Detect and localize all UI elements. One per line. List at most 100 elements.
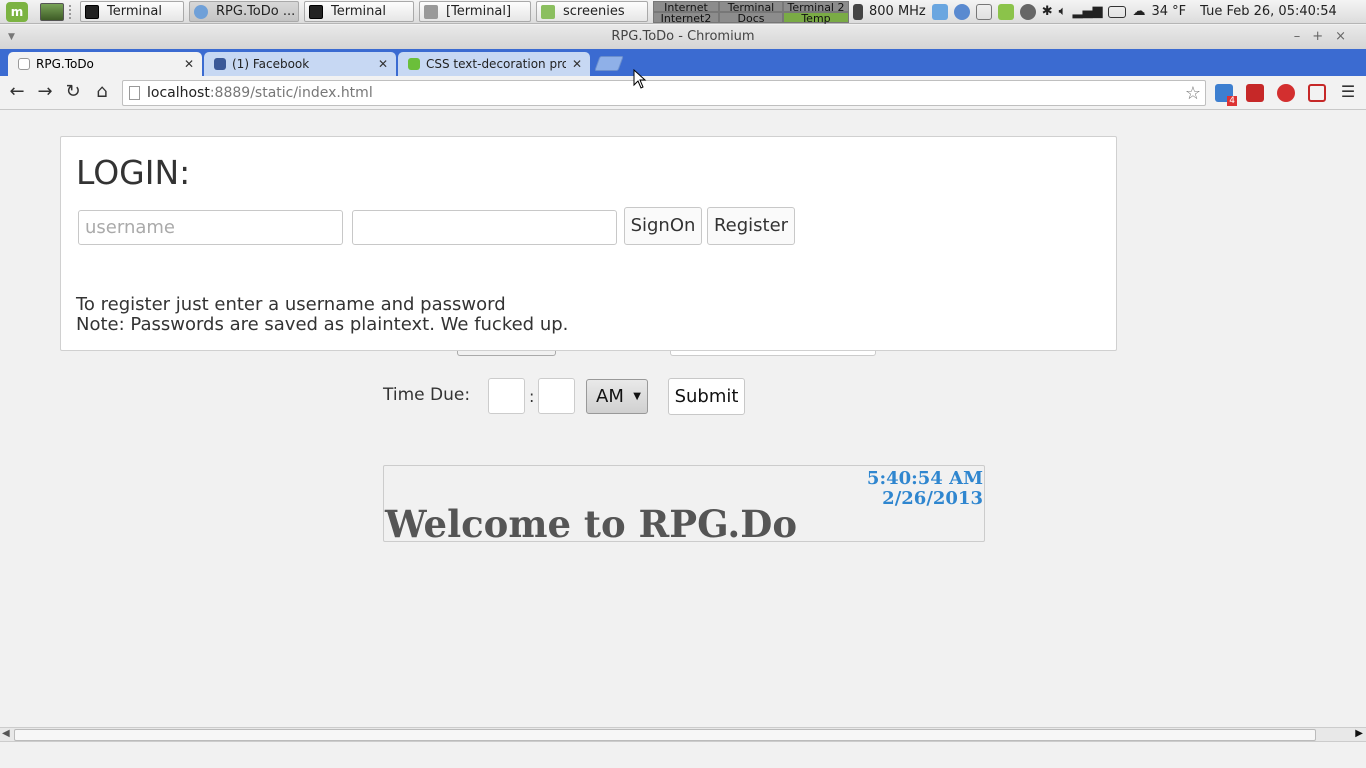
submit-button[interactable]: Submit [668, 378, 745, 415]
tab-label: CSS text-decoration pro [426, 57, 566, 71]
mail-badge: 4 [1227, 96, 1237, 106]
ampm-value: AM [596, 386, 624, 407]
brightness-icon[interactable] [1019, 3, 1036, 20]
terminal-icon [309, 4, 323, 19]
taskbar-label: [Terminal] [446, 4, 512, 19]
tab-close-icon[interactable]: ✕ [184, 57, 194, 71]
tab-css-text-decoration[interactable]: CSS text-decoration pro ✕ [398, 52, 590, 76]
window-title: RPG.ToDo - Chromium [611, 29, 755, 44]
welcome-clock: 5:40:54 AM 2/26/2013 [867, 469, 983, 509]
workspace-temp[interactable]: Temp [783, 11, 849, 24]
taskbar-label: RPG.ToDo ... [216, 4, 296, 19]
scroll-left-icon[interactable]: ◀ [2, 728, 10, 739]
bookmark-extension-icon[interactable] [1246, 84, 1264, 102]
shield-icon[interactable] [997, 3, 1014, 20]
home-icon[interactable]: ⌂ [91, 81, 113, 102]
welcome-panel: 5:40:54 AM 2/26/2013 Welcome to RPG.Do [383, 465, 985, 546]
bluetooth-icon[interactable]: ✱ [1042, 4, 1053, 19]
forward-icon[interactable]: → [34, 81, 56, 102]
taskbar-label: screenies [563, 4, 625, 19]
username-input[interactable]: username [78, 210, 343, 245]
taskbar-item-chromium[interactable]: RPG.ToDo ... [189, 1, 299, 22]
taskbar-item-terminal-2[interactable]: Terminal [304, 1, 414, 22]
panel-grip [69, 4, 75, 19]
url-path: :8889/static/index.html [209, 85, 373, 101]
scrollbar-thumb[interactable] [14, 729, 1316, 741]
workspace-internet2[interactable]: Internet2 [653, 11, 719, 24]
minimize-icon[interactable]: – [1294, 29, 1313, 44]
chromium-icon [194, 4, 208, 19]
workspace-internet[interactable]: Internet [653, 0, 719, 13]
terminal-icon [424, 4, 438, 19]
taskbar-label: Terminal [107, 4, 162, 19]
window-menu-icon[interactable]: ▼ [8, 25, 15, 49]
window-titlebar: ▼ RPG.ToDo - Chromium –+× [0, 25, 1366, 49]
workspace-terminal-2[interactable]: Terminal 2 [783, 0, 849, 13]
weather-temp[interactable]: 34 °F [1151, 4, 1186, 19]
page-icon [129, 86, 140, 100]
taskbar-label: Terminal [331, 4, 386, 19]
login-heading: LOGIN: [76, 153, 191, 192]
minute-input[interactable] [538, 378, 575, 414]
taskbar-item-terminal[interactable]: Terminal [80, 1, 184, 22]
address-bar[interactable]: localhost:8889/static/index.html ☆ [122, 80, 1206, 106]
signon-button[interactable]: SignOn [624, 207, 702, 245]
volume-icon[interactable]: 🔈︎ [1059, 4, 1067, 19]
password-input[interactable] [352, 210, 617, 245]
clock-time: 5:40:54 AM [866, 468, 983, 489]
tab-label: RPG.ToDo [36, 57, 94, 71]
note-line-2: Note: Passwords are saved as plaintext. … [76, 314, 569, 335]
panel-clock[interactable]: Tue Feb 26, 05:40:54 [1200, 4, 1337, 19]
login-panel: LOGIN: username SignOn Register To regis… [60, 136, 1117, 351]
ampm-select[interactable]: AM ▼ [586, 379, 648, 414]
signal-icon[interactable]: ▂▄▆ [1072, 4, 1102, 19]
show-desktop-icon[interactable] [40, 2, 64, 21]
tab-close-icon[interactable]: ✕ [572, 57, 582, 71]
battery-icon[interactable] [1108, 5, 1127, 18]
mouse-cursor-icon [633, 69, 647, 89]
tab-facebook[interactable]: (1) Facebook ✕ [204, 52, 396, 76]
browser-toolbar: ← → ↻ ⌂ localhost:8889/static/index.html… [0, 76, 1366, 110]
status-area [0, 742, 1366, 768]
tab-rpg-todo[interactable]: RPG.ToDo ✕ [8, 52, 202, 76]
network-icon[interactable] [975, 3, 992, 20]
taskbar-item-screenies[interactable]: screenies [536, 1, 648, 22]
w3-icon [408, 58, 420, 70]
maximize-icon[interactable]: + [1312, 29, 1335, 44]
bookmark-star-icon[interactable]: ☆ [1185, 82, 1201, 106]
close-icon[interactable]: × [1335, 29, 1358, 44]
back-icon[interactable]: ← [6, 81, 28, 102]
workspace-terminal[interactable]: Terminal [719, 0, 783, 13]
menu-icon[interactable]: ☰ [1337, 82, 1359, 101]
new-tab-button[interactable] [594, 56, 624, 71]
register-button[interactable]: Register [707, 207, 795, 245]
workspace-switcher[interactable]: Internet Terminal Terminal 2 Internet2 D… [653, 0, 849, 24]
system-panel: m Terminal RPG.ToDo ... Terminal [Termin… [0, 0, 1366, 24]
taskbar-item-terminal-3[interactable]: [Terminal] [419, 1, 531, 22]
page-icon [18, 58, 30, 70]
cpu-frequency: 800 MHz [869, 4, 926, 19]
tab-strip: RPG.ToDo ✕ (1) Facebook ✕ CSS text-decor… [0, 49, 1366, 76]
workspace-docs[interactable]: Docs [719, 11, 783, 24]
horizontal-scrollbar[interactable]: ◀ ▶ [0, 727, 1366, 742]
system-tray: 800 MHz ✱ 🔈︎ ▂▄▆ ☁︎ 34 °F Tue Feb 26, 05… [853, 3, 1337, 20]
facebook-icon [214, 58, 226, 70]
tab-close-icon[interactable]: ✕ [378, 57, 388, 71]
clock-date: 2/26/2013 [882, 488, 983, 509]
hour-input[interactable] [488, 378, 525, 414]
url-host: localhost [147, 85, 210, 101]
register-note: To register just enter a username and pa… [76, 295, 568, 335]
chromium-tray-icon[interactable] [953, 3, 970, 20]
dropbox-icon[interactable] [931, 3, 948, 20]
window-controls: –+× [1294, 25, 1358, 49]
time-colon: : [529, 387, 535, 406]
dropdown-arrow-icon: ▼ [633, 391, 641, 402]
mail-extension-icon[interactable]: 4 [1215, 84, 1237, 106]
scroll-right-icon[interactable]: ▶ [1355, 728, 1363, 739]
mint-menu-icon[interactable]: m [6, 1, 28, 22]
adblock-extension-icon[interactable] [1277, 84, 1295, 102]
folder-icon [541, 4, 555, 19]
reload-icon[interactable]: ↻ [62, 81, 84, 102]
time-due-label: Time Due: [383, 385, 471, 405]
plus-extension-icon[interactable] [1308, 84, 1326, 102]
